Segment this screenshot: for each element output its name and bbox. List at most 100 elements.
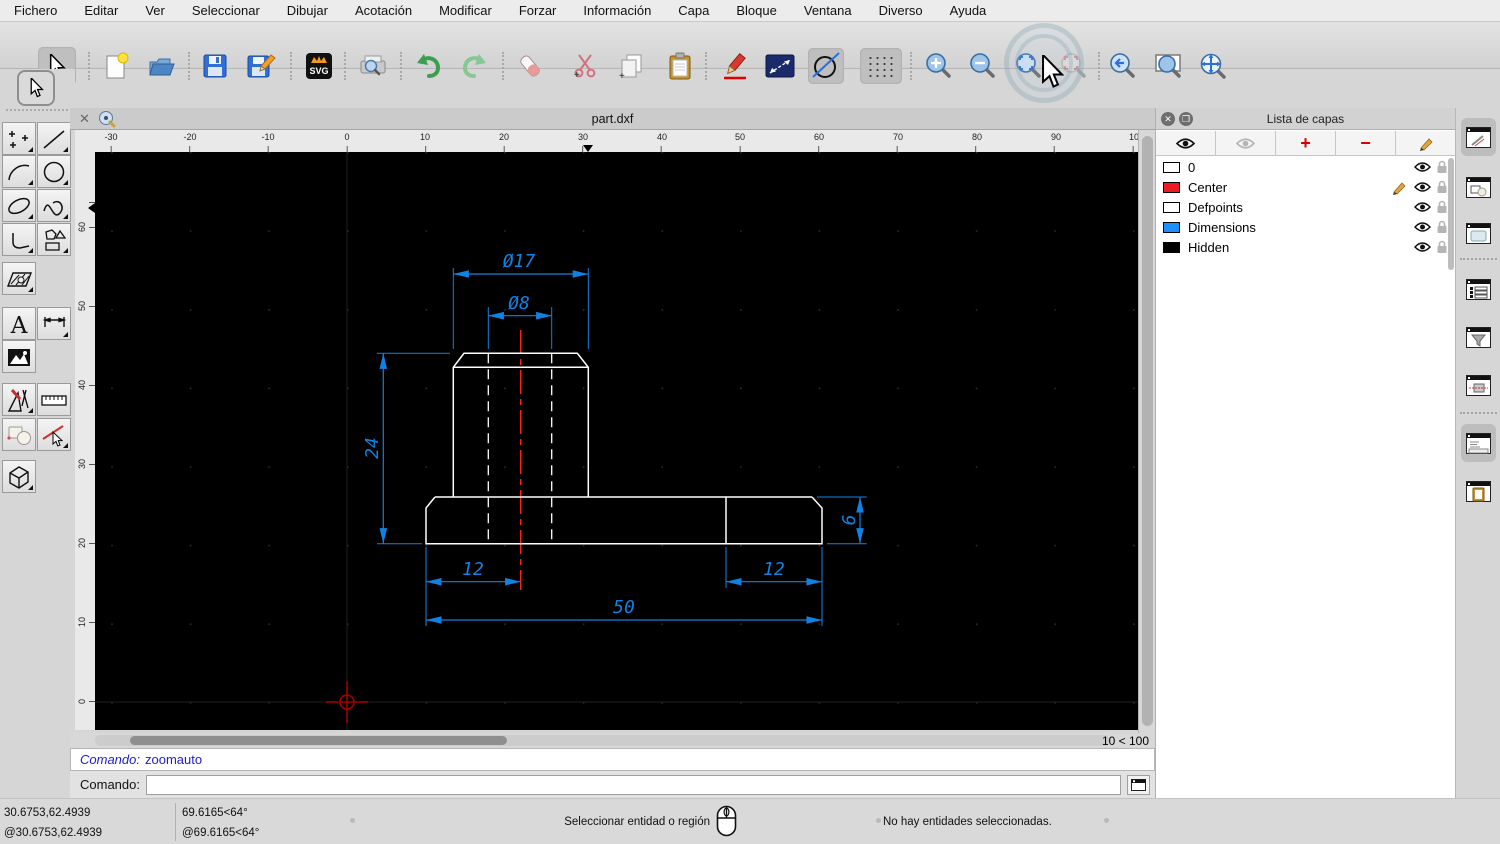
hatch-tool-button[interactable]: [2, 262, 36, 295]
zoom-window-button[interactable]: [1152, 49, 1186, 83]
grid-toggle-button[interactable]: [860, 48, 902, 84]
zoom-pan-button[interactable]: [1197, 49, 1231, 83]
layer-row-hidden[interactable]: Hidden: [1156, 237, 1455, 257]
command-input[interactable]: [146, 775, 1121, 795]
image-tool-button[interactable]: [2, 340, 36, 373]
filter-window-icon: [1466, 327, 1491, 348]
scrollbar-thumb[interactable]: [130, 736, 507, 745]
show-all-layers-button[interactable]: [1156, 131, 1216, 155]
menu-fichero[interactable]: Fichero: [14, 3, 57, 18]
line-tool-button[interactable]: [37, 122, 71, 155]
tool-options-select-button[interactable]: [17, 70, 55, 106]
polyline-tool-button[interactable]: [2, 223, 36, 256]
layer-lock-icon[interactable]: [1436, 200, 1448, 214]
menu-forzar[interactable]: Forzar: [519, 3, 557, 18]
dock-drawing-window-button[interactable]: [1461, 118, 1496, 156]
scrollbar-thumb[interactable]: [1142, 136, 1153, 726]
zoom-in-button[interactable]: [922, 49, 956, 83]
paste-button[interactable]: [663, 49, 697, 83]
menu-acotacion[interactable]: Acotación: [355, 3, 412, 18]
pick-entity-tool-button[interactable]: [37, 418, 71, 451]
polygon-tool-button[interactable]: [37, 223, 71, 256]
save-button[interactable]: [198, 49, 232, 83]
menu-dibujar[interactable]: Dibujar: [287, 3, 328, 18]
menu-seleccionar[interactable]: Seleccionar: [192, 3, 260, 18]
open-document-button[interactable]: [145, 49, 179, 83]
layer-color-swatch: [1163, 182, 1180, 193]
menu-capa[interactable]: Capa: [678, 3, 709, 18]
main-toolbar: SVG + +: [0, 22, 1500, 69]
hide-all-layers-button[interactable]: [1216, 131, 1276, 155]
dock-layer-list-window-button[interactable]: [1461, 270, 1496, 308]
svg-export-button[interactable]: SVG: [302, 49, 336, 83]
menu-diverso[interactable]: Diverso: [879, 3, 923, 18]
pen-attributes-button[interactable]: [718, 49, 752, 83]
dock-clipboard-window-button[interactable]: [1461, 472, 1496, 510]
tab-title[interactable]: part.dxf: [70, 112, 1155, 126]
copy-button[interactable]: +: [615, 49, 649, 83]
dock-block-window-button[interactable]: [1461, 168, 1496, 206]
redo-button[interactable]: [457, 49, 491, 83]
layer-visible-icon[interactable]: [1414, 201, 1431, 213]
command-window-button[interactable]: [1127, 775, 1150, 795]
dock-command-window-button[interactable]: [1461, 424, 1496, 462]
menu-modificar[interactable]: Modificar: [439, 3, 492, 18]
text-icon: A: [5, 310, 33, 338]
zoom-redraw-button[interactable]: [1057, 49, 1091, 83]
new-document-button[interactable]: [99, 49, 133, 83]
circle-tool-button[interactable]: [37, 155, 71, 188]
dock-library-window-button[interactable]: [1461, 214, 1496, 252]
arc-tool-button[interactable]: [2, 155, 36, 188]
dimension-tool-button[interactable]: [37, 307, 71, 340]
layer-visible-icon[interactable]: [1414, 221, 1431, 233]
measure-tool-button[interactable]: [37, 383, 71, 416]
cut-button[interactable]: +: [568, 49, 602, 83]
dimension-style-button[interactable]: [763, 49, 797, 83]
layer-lock-icon[interactable]: [1436, 220, 1448, 234]
layer-lock-icon[interactable]: [1436, 240, 1448, 254]
solid-3d-tool-button[interactable]: [2, 460, 36, 493]
zoom-out-button[interactable]: [966, 49, 1000, 83]
layer-row-0[interactable]: 0: [1156, 157, 1455, 177]
delete-button[interactable]: [513, 49, 547, 83]
save-as-button[interactable]: [245, 49, 279, 83]
layer-lock-icon[interactable]: [1436, 160, 1448, 174]
canvas-vertical-scrollbar[interactable]: [1138, 130, 1155, 733]
menu-ventana[interactable]: Ventana: [804, 3, 852, 18]
dock-filter-window-button[interactable]: [1461, 318, 1496, 356]
drawing-canvas[interactable]: Ø17 Ø8 24 12 12 50 6: [95, 152, 1138, 730]
layer-visible-icon[interactable]: [1414, 181, 1431, 193]
text-tool-button[interactable]: A: [2, 307, 36, 340]
menu-ayuda[interactable]: Ayuda: [950, 3, 987, 18]
modify-tool-button[interactable]: [2, 383, 36, 416]
remove-layer-button[interactable]: −: [1336, 131, 1396, 155]
zoom-auto-button[interactable]: [1012, 49, 1046, 83]
menu-bloque[interactable]: Bloque: [736, 3, 776, 18]
selection-status: No hay entidades seleccionadas.: [883, 816, 1052, 828]
canvas-horizontal-scrollbar[interactable]: [95, 735, 1110, 746]
layer-row-center[interactable]: Center: [1156, 177, 1455, 197]
print-preview-button[interactable]: [356, 49, 390, 83]
points-tool-button[interactable]: [2, 122, 36, 155]
ruler-tick-label: 20: [491, 132, 517, 142]
block-window-icon: [1466, 177, 1491, 198]
select-tool-button[interactable]: [2, 418, 36, 451]
layer-row-defpoints[interactable]: Defpoints: [1156, 197, 1455, 217]
layer-row-dimensions[interactable]: Dimensions: [1156, 217, 1455, 237]
layer-visible-icon[interactable]: [1414, 161, 1431, 173]
dock-insert-window-button[interactable]: [1461, 366, 1496, 404]
menu-ver[interactable]: Ver: [145, 3, 165, 18]
ellipse-tool-button[interactable]: [2, 189, 36, 222]
menu-editar[interactable]: Editar: [84, 3, 118, 18]
zoom-previous-button[interactable]: [1106, 49, 1140, 83]
undo-button[interactable]: [412, 49, 446, 83]
layer-visible-icon[interactable]: [1414, 241, 1431, 253]
layer-panel-scrollbar[interactable]: [1448, 158, 1454, 270]
ruler-tick-label: 40: [77, 372, 87, 398]
entity-attributes-button[interactable]: [808, 48, 844, 84]
spline-tool-button[interactable]: [37, 189, 71, 222]
menu-informacion[interactable]: Información: [583, 3, 651, 18]
edit-layer-button[interactable]: [1396, 131, 1455, 155]
add-layer-button[interactable]: +: [1276, 131, 1336, 155]
layer-lock-icon[interactable]: [1436, 180, 1448, 194]
